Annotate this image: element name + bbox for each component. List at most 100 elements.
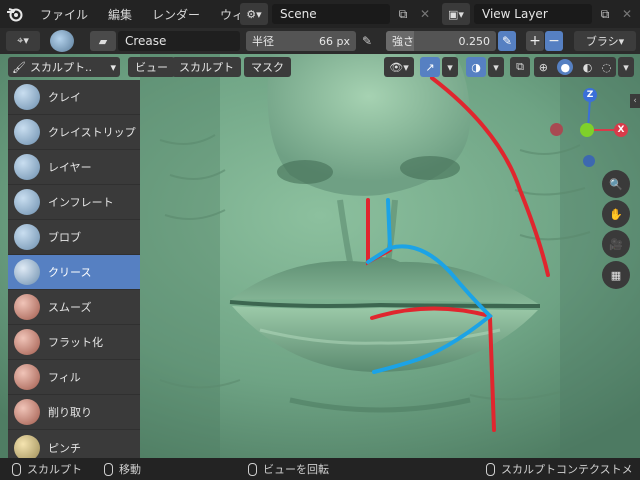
gizmo-neg-z-axis[interactable] [583,155,595,167]
status-move: 移動 [104,458,141,480]
tool-label: フィル [48,371,81,384]
view-layer-selector: ▣▾ View Layer ⧉ ✕ [442,3,636,25]
gizmo-y-axis[interactable] [580,123,594,137]
strength-slider[interactable]: 強さ 0.250 [386,31,496,51]
status-bar: スカルプト 移動 ビューを回転 スカルプトコンテクストメ [0,458,640,480]
brush-preview-icon[interactable] [50,30,74,52]
add-direction-button[interactable]: + [526,31,544,51]
status-rotate: ビューを回転 [248,458,329,480]
scene-name-field[interactable]: Scene [272,4,390,24]
shading-dropdown-icon[interactable]: ▾ [618,57,634,77]
tool-label: クレイストリップ [48,126,136,139]
tool-label: ピンチ [48,441,81,455]
menu-file[interactable]: ファイル [30,6,98,23]
mode-label: スカルプト.. [29,61,92,74]
smooth-icon [14,294,40,320]
flatten-icon [14,329,40,355]
brush-datablock-icon[interactable]: ▰ [90,31,116,51]
tool-label: インフレート [48,196,114,209]
strength-label: 強さ [392,35,414,48]
grid-icon[interactable]: ▦ [602,261,630,289]
overlay-toggle-icon[interactable]: ◑ [466,57,486,77]
mouse-middle-icon [248,462,257,476]
blob-icon [14,224,40,250]
tool-label: ブロブ [48,231,81,244]
status-context-menu: スカルプトコンテクストメ [486,458,633,480]
menu-view[interactable]: ビュー [128,57,175,77]
status-context-label: スカルプトコンテクストメ [501,463,633,476]
gizmo-toggle-icon[interactable]: ↗ [420,57,440,77]
copy-scene-icon[interactable]: ⧉ [394,4,412,24]
status-sculpt: スカルプト [12,458,82,480]
solid-shading-icon[interactable]: ● [557,59,574,75]
xray-toggle-icon[interactable]: ⧉ [510,57,530,77]
mode-selector[interactable]: 🖌 スカルプト.. ▾ [8,57,120,77]
tool-layer[interactable]: レイヤー [8,150,140,185]
scene-selector: ⚙▾ Scene ⧉ ✕ [240,3,434,25]
tool-label: スムーズ [48,301,92,314]
tool-crease[interactable]: クリース [8,255,140,290]
rendered-shading-icon[interactable]: ◌ [602,61,612,74]
tool-label: フラット化 [48,336,103,349]
status-move-label: 移動 [119,463,141,476]
radius-slider[interactable]: 半径 66 px [246,31,356,51]
tool-flatten[interactable]: フラット化 [8,325,140,360]
tool-clay-strips[interactable]: クレイストリップ [8,115,140,150]
editor-type-icon[interactable]: ⌖▾ [6,31,40,51]
shading-modes: ⊕ ● ◐ ◌ [534,57,616,77]
tool-clay[interactable]: クレイ [8,80,140,115]
close-view-layer-icon[interactable]: ✕ [618,4,636,24]
zoom-icon[interactable]: 🔍 [602,170,630,198]
viewport-header: 🖌 スカルプト.. ▾ ビュー スカルプト マスク 👁▾ ↗ ▾ ◑ ▾ ⧉ ⊕… [0,54,640,80]
sidebar-toggle-icon[interactable]: ‹ [630,94,640,108]
scene-icon[interactable]: ⚙▾ [240,3,268,25]
inflate-icon [14,189,40,215]
fill-icon [14,364,40,390]
radius-value: 66 px [319,34,350,48]
wireframe-shading-icon[interactable]: ⊕ [539,61,548,74]
brush-name-field[interactable]: Crease [118,31,240,51]
status-rotate-label: ビューを回転 [263,463,329,476]
menu-mask[interactable]: マスク [244,57,291,77]
status-sculpt-label: スカルプト [27,463,82,476]
radius-label: 半径 [252,35,274,48]
menu-edit[interactable]: 編集 [98,6,142,23]
toolbar-panel: クレイ クレイストリップ レイヤー インフレート ブロブ クリース スムーズ フ… [8,80,140,461]
gizmo-x-axis[interactable]: X [614,123,628,137]
tool-label: 削り取り [48,406,92,419]
gizmo-neg-x-axis[interactable] [550,123,563,136]
gizmo-dropdown-icon[interactable]: ▾ [442,57,458,77]
copy-view-layer-icon[interactable]: ⧉ [596,4,614,24]
navigation-gizmo[interactable]: Z X [548,86,634,172]
subtract-direction-button[interactable]: − [545,31,563,51]
menu-sculpt[interactable]: スカルプト [172,57,241,77]
close-scene-icon[interactable]: ✕ [416,4,434,24]
blender-logo-icon[interactable] [0,0,30,28]
menu-render[interactable]: レンダー [142,6,210,23]
brush-menu[interactable]: ブラシ ▾ [574,31,636,51]
tool-smooth[interactable]: スムーズ [8,290,140,325]
visibility-icon[interactable]: 👁▾ [384,57,414,77]
tool-inflate[interactable]: インフレート [8,185,140,220]
gizmo-x-label: X [617,125,625,135]
tool-label: レイヤー [48,161,92,174]
pan-hand-icon[interactable]: ✋ [602,200,630,228]
strength-pen-pressure-icon[interactable]: ✎ [498,31,516,51]
gizmo-z-axis[interactable]: Z [583,88,597,102]
tool-scrape[interactable]: 削り取り [8,395,140,430]
view-layer-name-field[interactable]: View Layer [474,4,592,24]
scrape-icon [14,399,40,425]
mouse-right-icon [486,462,495,476]
material-shading-icon[interactable]: ◐ [583,61,593,74]
radius-pen-pressure-icon[interactable]: ✎ [358,31,376,51]
view-layer-icon[interactable]: ▣▾ [442,3,470,25]
tool-label: クレイ [48,91,81,104]
overlay-dropdown-icon[interactable]: ▾ [488,57,504,77]
crease-icon [14,259,40,285]
clay-strips-icon [14,119,40,145]
tool-fill[interactable]: フィル [8,360,140,395]
layer-icon [14,154,40,180]
camera-icon[interactable]: 🎥 [602,230,630,258]
tool-blob[interactable]: ブロブ [8,220,140,255]
mouse-left-icon [12,462,21,476]
